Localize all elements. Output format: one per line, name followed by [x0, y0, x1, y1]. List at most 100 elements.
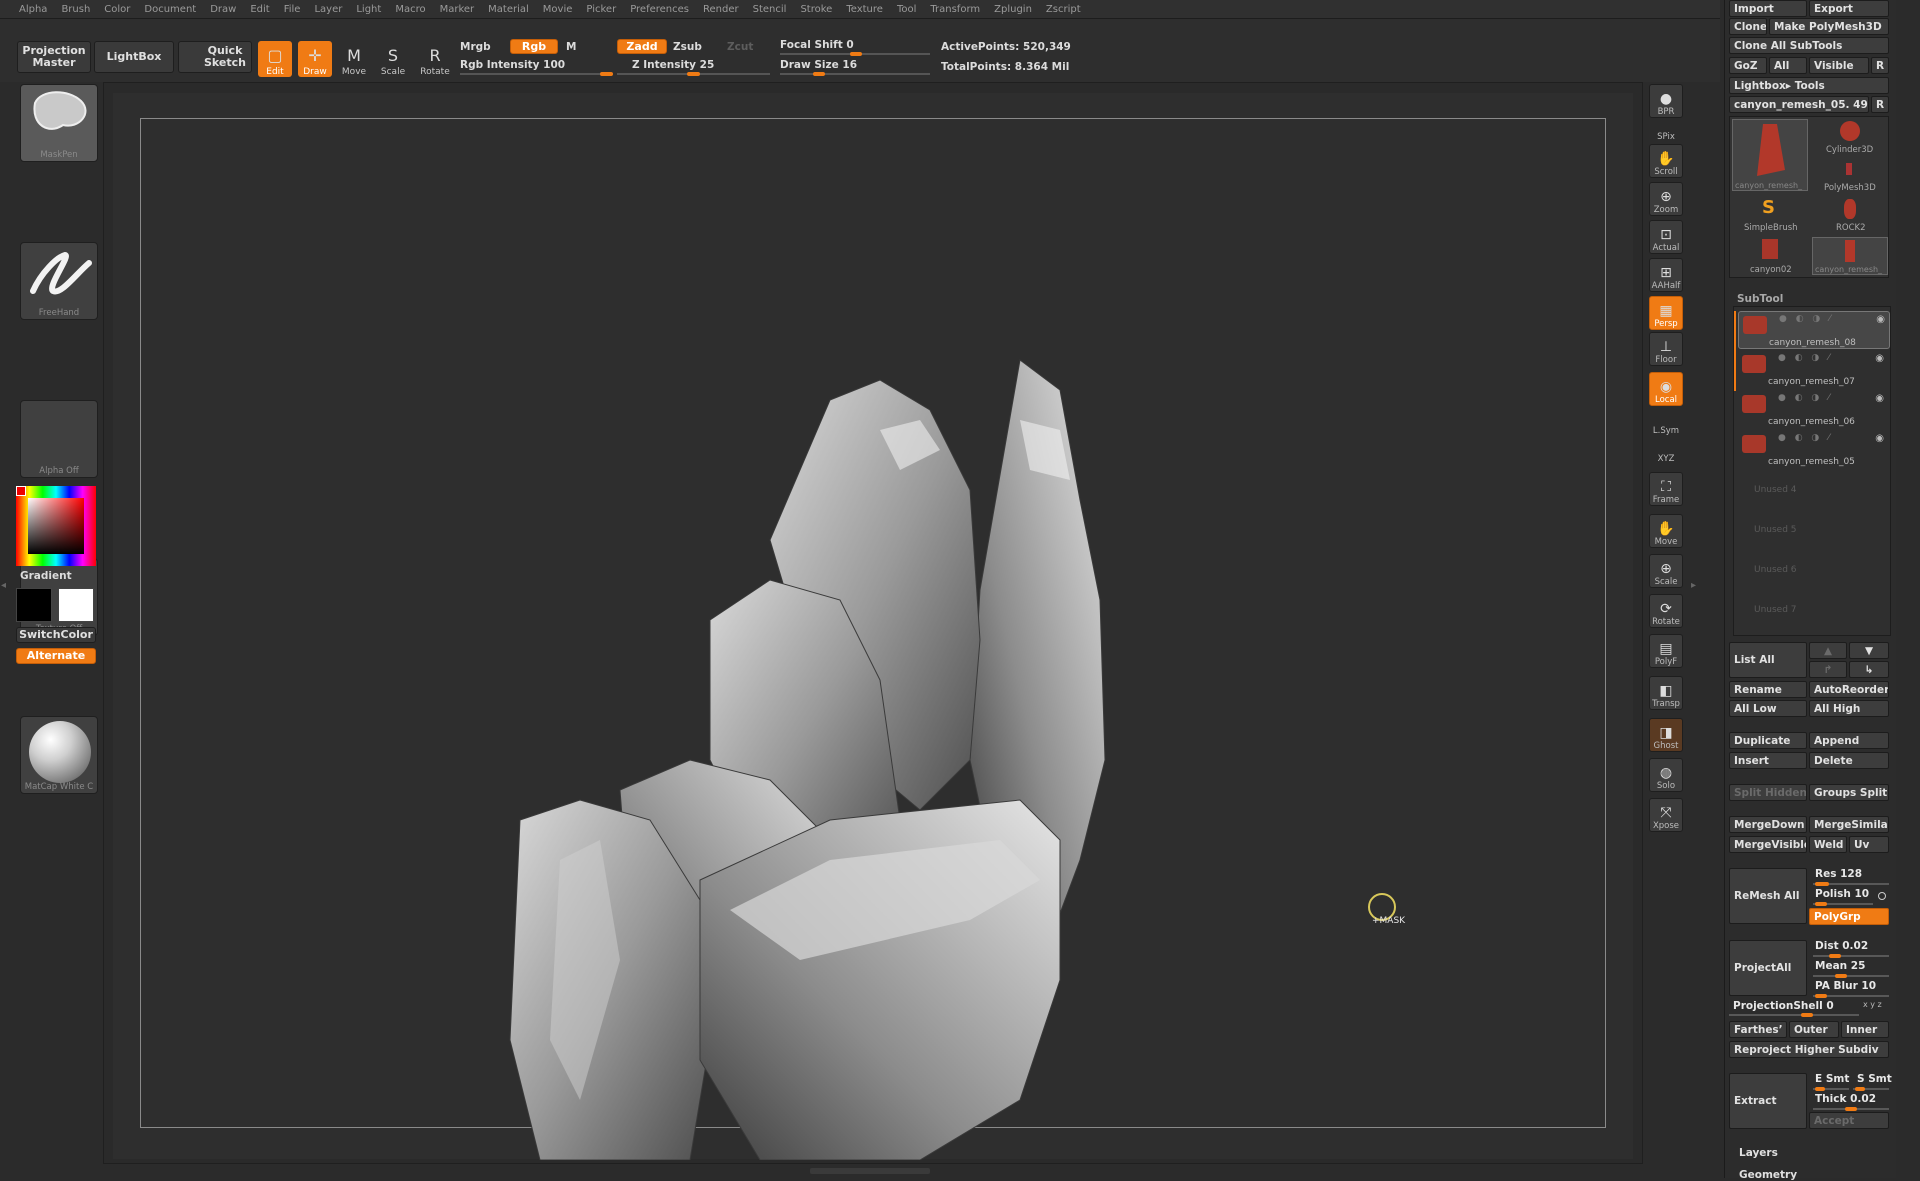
goz-all-button[interactable]: All [1769, 57, 1807, 74]
main-color-swatch[interactable] [16, 588, 52, 622]
scale-button[interactable]: S Scale [376, 41, 410, 78]
lightbox-tools-button[interactable]: Lightbox▸ Tools [1729, 77, 1889, 94]
menu-light[interactable]: Light [349, 4, 388, 15]
menu-zplugin[interactable]: Zplugin [987, 4, 1039, 15]
rgb-button[interactable]: Rgb [510, 39, 558, 54]
goz-visible-button[interactable]: Visible [1809, 57, 1869, 74]
polygrp-button[interactable]: PolyGrp [1809, 908, 1889, 925]
shelf-frame-button[interactable]: ⛶ Frame [1649, 472, 1683, 506]
projection-shell-knob[interactable] [1801, 1013, 1813, 1017]
shelf-solo-button[interactable]: ◍ Solo [1649, 758, 1683, 792]
shelf-polyf-button[interactable]: ▤ PolyF [1649, 634, 1683, 668]
quick-sketch-button[interactable]: Quick Sketch [178, 41, 252, 73]
shelf-local-button[interactable]: ◉ Local [1649, 372, 1683, 406]
shelf-scroll-button[interactable]: ✋ Scroll [1649, 144, 1683, 178]
move-up-button[interactable]: ▲ [1809, 642, 1847, 659]
menu-alpha[interactable]: Alpha [12, 4, 54, 15]
list-all-button[interactable]: List All [1729, 642, 1807, 678]
projection-shell-slider[interactable] [1729, 1014, 1859, 1016]
polish-knob[interactable] [1815, 902, 1827, 906]
export-button[interactable]: Export [1809, 0, 1889, 17]
zsub-button[interactable]: Zsub [673, 41, 702, 53]
subtool-nav-right-button[interactable]: ↳ [1849, 661, 1889, 678]
menu-brush[interactable]: Brush [54, 4, 97, 15]
switchcolor-button[interactable]: SwitchColor [16, 627, 96, 643]
delete-button[interactable]: Delete [1809, 752, 1889, 769]
rgb-intensity-knob[interactable] [600, 72, 613, 76]
uv-button[interactable]: Uv [1849, 836, 1889, 853]
menu-stencil[interactable]: Stencil [746, 4, 794, 15]
e-smt-knob[interactable] [1815, 1087, 1825, 1091]
clone-button[interactable]: Clone [1729, 18, 1767, 35]
visibility-eye-icon[interactable]: ◉ [1875, 393, 1884, 404]
draw-size-knob[interactable] [813, 72, 825, 76]
tool-thumb-rock2[interactable]: ROCK2 [1812, 197, 1888, 233]
make-polymesh-button[interactable]: Make PolyMesh3D [1769, 18, 1889, 35]
visibility-eye-icon[interactable]: ◉ [1875, 433, 1884, 444]
extract-button[interactable]: Extract [1729, 1073, 1807, 1129]
shelf-xpose-button[interactable]: ⤧ Xpose [1649, 798, 1683, 832]
menu-tool[interactable]: Tool [890, 4, 923, 15]
menu-marker[interactable]: Marker [433, 4, 482, 15]
groups-split-button[interactable]: Groups Split [1809, 784, 1889, 801]
mean-knob[interactable] [1835, 974, 1847, 978]
rotate-button[interactable]: R Rotate [418, 41, 452, 78]
append-button[interactable]: Append [1809, 732, 1889, 749]
shelf-floor-button[interactable]: ⊥ Floor [1649, 332, 1683, 366]
pa-blur-knob[interactable] [1815, 994, 1827, 998]
subtool-toggles-icon[interactable]: ● ◐ ◑ ⁄ [1778, 433, 1833, 443]
menu-draw[interactable]: Draw [203, 4, 243, 15]
import-button[interactable]: Import [1729, 0, 1807, 17]
menu-texture[interactable]: Texture [839, 4, 890, 15]
split-hidden-button[interactable]: Split Hidden [1729, 784, 1807, 801]
res-knob[interactable] [1815, 882, 1829, 886]
menu-zscript[interactable]: Zscript [1039, 4, 1088, 15]
shelf-xyz-button[interactable]: XYZ [1649, 442, 1683, 464]
accept-button[interactable]: Accept [1809, 1112, 1889, 1129]
subtool-header[interactable]: SubTool [1737, 293, 1783, 305]
current-tool-r-button[interactable]: R [1871, 96, 1889, 113]
duplicate-button[interactable]: Duplicate [1729, 732, 1807, 749]
m-button[interactable]: M [566, 41, 576, 53]
shelf-zoom-button[interactable]: ⊕ Zoom [1649, 182, 1683, 216]
menu-document[interactable]: Document [137, 4, 203, 15]
current-tool-slider[interactable]: canyon_remesh_05. 49 [1729, 96, 1869, 113]
thick-knob[interactable] [1845, 1107, 1857, 1111]
shelf-move-button[interactable]: ✋ Move [1649, 514, 1683, 548]
projection-master-button[interactable]: Projection Master [17, 41, 91, 73]
lightbox-button[interactable]: LightBox [94, 41, 174, 73]
draw-button[interactable]: ✛ Draw [298, 41, 332, 77]
weld-button[interactable]: Weld [1809, 836, 1847, 853]
shelf-lsym-button[interactable]: L.Sym [1649, 414, 1683, 436]
secondary-color-swatch[interactable] [58, 588, 94, 622]
mean-slider[interactable] [1813, 975, 1889, 977]
tool-thumb-canyon-remesh[interactable]: canyon_remesh_ [1732, 119, 1808, 191]
color-picker[interactable] [16, 486, 96, 566]
subtool-row[interactable]: ● ◐ ◑ ⁄ ◉ canyon_remesh_05 [1738, 431, 1888, 467]
shelf-scale-button[interactable]: ⊕ Scale [1649, 554, 1683, 588]
subtool-row[interactable]: ● ◐ ◑ ⁄ ◉ canyon_remesh_08 [1738, 311, 1890, 349]
subtool-nav-left-button[interactable]: ↱ [1809, 661, 1847, 678]
material-picker[interactable]: MatCap White C [20, 716, 98, 794]
autoreorder-button[interactable]: AutoReorder [1809, 681, 1889, 698]
stroke-picker[interactable]: FreeHand [20, 242, 98, 320]
reproject-higher-subdiv-button[interactable]: Reproject Higher Subdiv [1729, 1041, 1889, 1058]
shelf-rotate-button[interactable]: ⟳ Rotate [1649, 594, 1683, 628]
tool-thumb-simplebrush[interactable]: S SimpleBrush [1732, 197, 1808, 233]
menu-layer[interactable]: Layer [307, 4, 349, 15]
menu-movie[interactable]: Movie [536, 4, 580, 15]
geometry-header[interactable]: Geometry [1739, 1169, 1797, 1181]
tool-thumb-canyon02[interactable]: canyon02 [1732, 237, 1808, 275]
clone-all-subtools-button[interactable]: Clone All SubTools [1729, 37, 1889, 54]
left-tray-arrow-icon[interactable]: ◂ [1, 580, 6, 591]
menu-material[interactable]: Material [481, 4, 536, 15]
dist-slider[interactable] [1813, 955, 1889, 957]
all-low-button[interactable]: All Low [1729, 700, 1807, 717]
menu-transform[interactable]: Transform [923, 4, 987, 15]
right-tray-arrow-icon[interactable]: ▸ [1691, 580, 1696, 591]
inner-button[interactable]: Inner [1841, 1021, 1889, 1038]
z-intensity-knob[interactable] [687, 72, 700, 76]
xyz-axes-icon[interactable]: x y z [1863, 1000, 1882, 1009]
shelf-transp-button[interactable]: ◧ Transp [1649, 676, 1683, 710]
tool-thumb-cylinder3d[interactable]: Cylinder3D [1812, 119, 1888, 155]
